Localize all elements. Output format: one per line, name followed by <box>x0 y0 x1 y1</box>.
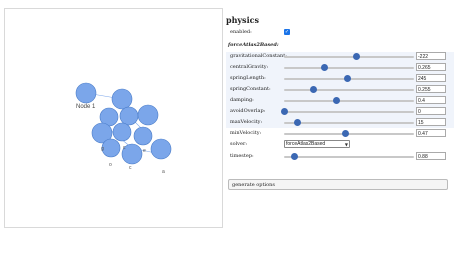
solver-section-header: forceAtlas2Based: <box>228 42 279 48</box>
graph-node-1[interactable] <box>75 82 97 104</box>
enabled-row: enabled: ✓ <box>226 28 456 38</box>
timestep-label: timestep: <box>230 153 254 159</box>
avoid-overlap-input[interactable]: 0 <box>416 107 446 115</box>
max-velocity-row: maxVelocity: 15 <box>226 118 456 128</box>
spring-length-row: springLength: 245 <box>226 74 456 84</box>
generate-options-button[interactable]: generate options <box>228 179 448 190</box>
spring-constant-row: springConstant: 0.255 <box>226 85 456 95</box>
graph-node[interactable] <box>101 138 121 158</box>
timestep-input[interactable]: 0.88 <box>416 152 446 160</box>
slider-thumb[interactable] <box>290 153 298 160</box>
spring-length-slider[interactable] <box>284 75 414 82</box>
graph-node[interactable] <box>112 122 132 142</box>
damping-slider[interactable] <box>284 97 414 104</box>
slider-label: gravitationalConstant: <box>230 53 287 59</box>
solver-select[interactable]: forceAtlas2Based ▼ <box>284 140 350 148</box>
slider-thumb[interactable] <box>353 53 361 60</box>
timestep-slider[interactable] <box>284 153 414 160</box>
slider-label: maxVelocity: <box>230 119 263 125</box>
enabled-checkbox[interactable]: ✓ <box>284 29 290 35</box>
damping-row: damping: 0.4 <box>226 96 456 106</box>
gravitational-constant-input[interactable]: -222 <box>416 52 446 60</box>
edge-label: e <box>143 148 146 154</box>
slider-thumb[interactable] <box>320 64 328 71</box>
max-velocity-input[interactable]: 15 <box>416 118 446 126</box>
slider-label: minVelocity: <box>230 130 262 136</box>
nodes-group <box>75 82 172 165</box>
spring-constant-slider[interactable] <box>284 86 414 93</box>
graph-node[interactable] <box>150 138 172 160</box>
damping-input[interactable]: 0.4 <box>416 96 446 104</box>
physics-title: physics <box>226 15 259 25</box>
physics-config-panel: physics enabled: ✓ forceAtlas2Based: gra… <box>226 12 458 197</box>
solver-label: solver: <box>230 141 248 147</box>
edge-label: g <box>101 146 104 152</box>
slider-thumb[interactable] <box>341 130 349 137</box>
chevron-down-icon: ▼ <box>344 142 348 147</box>
central-gravity-input[interactable]: 0.265 <box>416 63 446 71</box>
timestep-row: timestep: 0.88 <box>226 152 456 162</box>
slider-label: springLength: <box>230 75 266 81</box>
min-velocity-slider[interactable] <box>284 130 414 137</box>
max-velocity-slider[interactable] <box>284 119 414 126</box>
central-gravity-slider[interactable] <box>284 64 414 71</box>
avoid-overlap-slider[interactable] <box>280 108 414 115</box>
gravitational-constant-slider[interactable] <box>284 53 414 60</box>
avoid-overlap-row: avoidOverlap: 0 <box>226 107 456 117</box>
slider-label: springConstant: <box>230 86 271 92</box>
network-canvas[interactable]: Node 1 o c a e g c <box>4 8 223 228</box>
solver-select-value: forceAtlas2Based <box>286 141 326 147</box>
gravitational-constant-row: gravitationalConstant: -222 <box>226 52 456 62</box>
slider-thumb[interactable] <box>310 86 318 93</box>
network-graph[interactable]: Node 1 o c a e g c <box>5 9 222 227</box>
slider-thumb[interactable] <box>344 75 352 82</box>
node-label: Node 1 <box>76 104 96 110</box>
slider-label: avoidOverlap: <box>230 108 266 114</box>
graph-node[interactable] <box>119 106 139 126</box>
slider-thumb[interactable] <box>293 119 301 126</box>
graph-node[interactable] <box>111 88 133 110</box>
graph-node[interactable] <box>133 126 153 146</box>
slider-thumb[interactable] <box>280 108 288 115</box>
slider-label: centralGravity: <box>230 64 269 70</box>
central-gravity-row: centralGravity: 0.265 <box>226 63 456 73</box>
min-velocity-input[interactable]: 0.47 <box>416 129 446 137</box>
slider-label: damping: <box>230 97 254 103</box>
min-velocity-row: minVelocity: 0.47 <box>226 129 456 139</box>
edge-label: a <box>162 169 165 175</box>
spring-constant-input[interactable]: 0.255 <box>416 85 446 93</box>
spring-length-input[interactable]: 245 <box>416 74 446 82</box>
slider-thumb[interactable] <box>332 97 340 104</box>
graph-node[interactable] <box>137 104 159 126</box>
edge-label: o <box>109 162 112 168</box>
solver-row: solver: forceAtlas2Based ▼ <box>226 140 456 150</box>
edge-label: c <box>129 165 132 171</box>
enabled-label: enabled: <box>230 29 252 35</box>
